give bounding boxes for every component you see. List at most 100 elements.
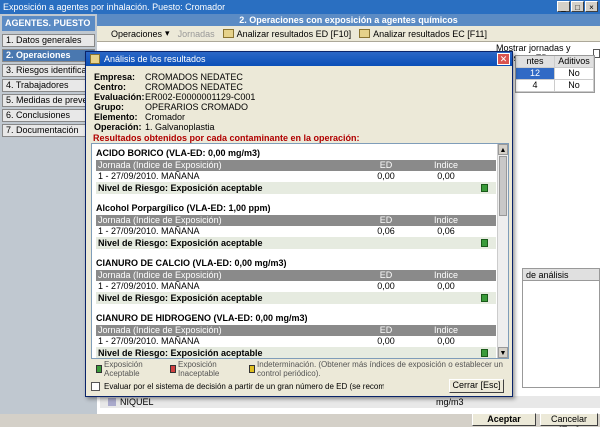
ed-cell: 0,00	[377, 281, 395, 291]
analysis-list-header: de análisis	[523, 269, 599, 281]
col-jornada: Jornada (Indice de Exposición)	[98, 270, 222, 280]
status-indicator-icon	[481, 184, 488, 192]
agent-block: CIANURO DE HIDROGENO (VLA-ED: 0,00 mg/m3…	[96, 312, 496, 358]
maximize-icon[interactable]: □	[571, 1, 584, 12]
agent-unit: mg/m3	[436, 397, 464, 407]
info-key: Evaluación:	[94, 92, 145, 102]
info-value: OPERARIOS CROMADO	[145, 102, 249, 112]
analizar-ec-button[interactable]: Analizar resultados EC [F11]	[359, 29, 487, 39]
minimize-icon[interactable]: _	[557, 1, 570, 12]
info-key: Operación:	[94, 122, 142, 132]
vertical-scrollbar[interactable]: ▲ ▼	[497, 144, 508, 358]
decision-checkbox[interactable]	[91, 381, 100, 391]
window-title: Exposición a agentes por inhalación. Pue…	[3, 2, 226, 12]
operaciones-menu[interactable]: Operaciones ▾	[111, 28, 170, 39]
jornada-cell: 1 - 27/09/2010. MAÑANA	[98, 171, 200, 181]
scroll-down-icon[interactable]: ▼	[498, 347, 508, 358]
decision-option[interactable]: Evaluar por el sistema de decisión a par…	[91, 379, 511, 393]
legend-aceptable: Exposición Aceptable	[96, 360, 165, 378]
status-indicator-icon	[481, 349, 488, 357]
grid-col-header: ntes	[516, 56, 555, 67]
ed-cell: 0,00	[377, 171, 395, 181]
sidebar-item-datos-generales[interactable]: 1. Datos generales	[2, 34, 95, 47]
window-title-bar: Exposición a agentes por inhalación. Pue…	[0, 0, 600, 14]
table-row[interactable]: 1 - 27/09/2010. MAÑANA 0,06 0,06	[96, 226, 496, 237]
risk-level-row: Nivel de Riesgo: Exposición aceptable	[96, 182, 496, 194]
status-indicator-icon	[481, 294, 488, 302]
info-value: Cromador	[145, 112, 186, 122]
cerrar-button[interactable]: Cerrar [Esc]	[449, 379, 504, 393]
col-ed: ED	[379, 160, 393, 170]
jornada-cell: 1 - 27/09/2010. MAÑANA	[98, 226, 200, 236]
agent-block: Alcohol Porpargílico (VLA-ED: 1,00 ppm) …	[96, 202, 496, 249]
col-indice: Indice Exposición	[424, 325, 468, 346]
results-panel[interactable]: ACIDO BORICO (VLA-ED: 0,00 mg/m3) Jornad…	[91, 143, 509, 359]
table-row[interactable]: 4 No	[516, 80, 594, 92]
sidebar: AGENTES. PUESTO 1. Datos generales 2. Op…	[0, 14, 97, 414]
risk-level-row: Nivel de Riesgo: Exposición aceptable	[96, 347, 496, 358]
scroll-thumb[interactable]	[499, 156, 507, 216]
info-key: Grupo:	[94, 102, 124, 112]
risk-level: Nivel de Riesgo: Exposición aceptable	[98, 183, 263, 193]
analizar-ed-button[interactable]: Analizar resultados ED [F10]	[222, 28, 352, 39]
indice-cell: 0,00	[437, 336, 455, 346]
table-row[interactable]: 12 No	[516, 68, 594, 80]
grid-col-header: Aditivos	[555, 56, 594, 67]
chevron-down-icon: ▾	[165, 28, 170, 38]
legend: Exposición Aceptable Exposición Inacepta…	[91, 360, 509, 378]
analizar-ec-label: Analizar resultados EC [F11]	[373, 28, 488, 39]
jornada-cell: 1 - 27/09/2010. MAÑANA	[98, 281, 200, 291]
toolbar: Operaciones ▾ Jornadas Analizar resultad…	[97, 26, 600, 42]
info-key: Elemento:	[94, 112, 138, 122]
close-icon[interactable]: ✕	[497, 53, 510, 65]
info-value: CROMADOS NEDATEC	[145, 82, 243, 92]
risk-level: Nivel de Riesgo: Exposición aceptable	[98, 293, 263, 303]
sidebar-item-operaciones[interactable]: 2. Operaciones	[2, 49, 95, 62]
bottom-buttons: Aceptar Cancelar [Esc]	[0, 413, 600, 427]
agent-block: CIANURO DE CALCIO (VLA-ED: 0,00 mg/m3) J…	[96, 257, 496, 304]
analysis-list-panel: de análisis	[522, 268, 600, 388]
legend-label: Exposición Aceptable	[104, 360, 143, 378]
info-value: CROMADOS NEDATEC	[145, 72, 243, 82]
table-header: Jornada (Indice de Exposición) ED Indice…	[96, 325, 496, 346]
col-jornada: Jornada (Indice de Exposición)	[98, 160, 222, 170]
ed-cell: 0,00	[377, 336, 395, 346]
jornada-cell: 1 - 27/09/2010. MAÑANA	[98, 336, 200, 346]
grid-cell: No	[555, 80, 594, 91]
sidebar-item-documentacion[interactable]: 7. Documentación	[2, 124, 95, 137]
col-indice: Indice Exposición	[424, 270, 468, 291]
table-row[interactable]: 1 - 27/09/2010. MAÑANA 0,00 0,00	[96, 281, 496, 292]
col-indice: Indice Exposición	[424, 215, 468, 236]
sidebar-item-trabajadores[interactable]: 4. Trabajadores	[2, 79, 95, 92]
jornadas-button[interactable]: Jornadas	[178, 29, 215, 39]
dialog-title: Análisis de los resultados	[104, 54, 206, 64]
chart-icon	[359, 29, 371, 38]
operations-grid: ntes Aditivos 12 No 4 No	[515, 55, 595, 93]
close-icon[interactable]: ×	[585, 1, 598, 12]
col-jornada: Jornada (Indice de Exposición)	[98, 325, 222, 335]
indice-cell: 0,00	[437, 171, 455, 181]
agent-name: Alcohol Porpargílico (VLA-ED: 1,00 ppm)	[96, 203, 271, 213]
table-row[interactable]: 1 - 27/09/2010. MAÑANA 0,00 0,00	[96, 336, 496, 347]
decision-label: Evaluar por el sistema de decisión a par…	[104, 381, 384, 391]
yellow-square-icon	[248, 365, 256, 373]
grid-header: ntes Aditivos	[516, 56, 594, 68]
col-indice: Indice Exposición	[424, 160, 468, 181]
results-title: Resultados obtenidos por cada contaminan…	[93, 133, 360, 143]
sidebar-header: AGENTES. PUESTO	[2, 16, 95, 31]
analysis-dialog: Análisis de los resultados ✕ Empresa: CRO…	[85, 51, 513, 397]
sidebar-item-medidas[interactable]: 5. Medidas de prevención	[2, 94, 95, 107]
status-indicator-icon	[481, 239, 488, 247]
table-row[interactable]: 1 - 27/09/2010. MAÑANA 0,00 0,00	[96, 171, 496, 182]
sidebar-item-conclusiones[interactable]: 6. Conclusiones	[2, 109, 95, 122]
list-item[interactable]: NIQUEL mg/m3	[100, 396, 600, 408]
sidebar-item-riesgos[interactable]: 3. Riesgos identificados	[2, 64, 95, 77]
aceptar-button[interactable]: Aceptar	[472, 413, 536, 426]
scroll-up-icon[interactable]: ▲	[498, 144, 508, 155]
analizar-ed-label: Analizar resultados ED [F10]	[236, 28, 352, 39]
dialog-title-bar: Análisis de los resultados ✕	[86, 52, 512, 66]
cancelar-button[interactable]: Cancelar [Esc]	[540, 413, 598, 427]
app-icon	[90, 54, 100, 64]
col-ed: ED	[379, 325, 393, 335]
chart-icon	[222, 29, 234, 38]
